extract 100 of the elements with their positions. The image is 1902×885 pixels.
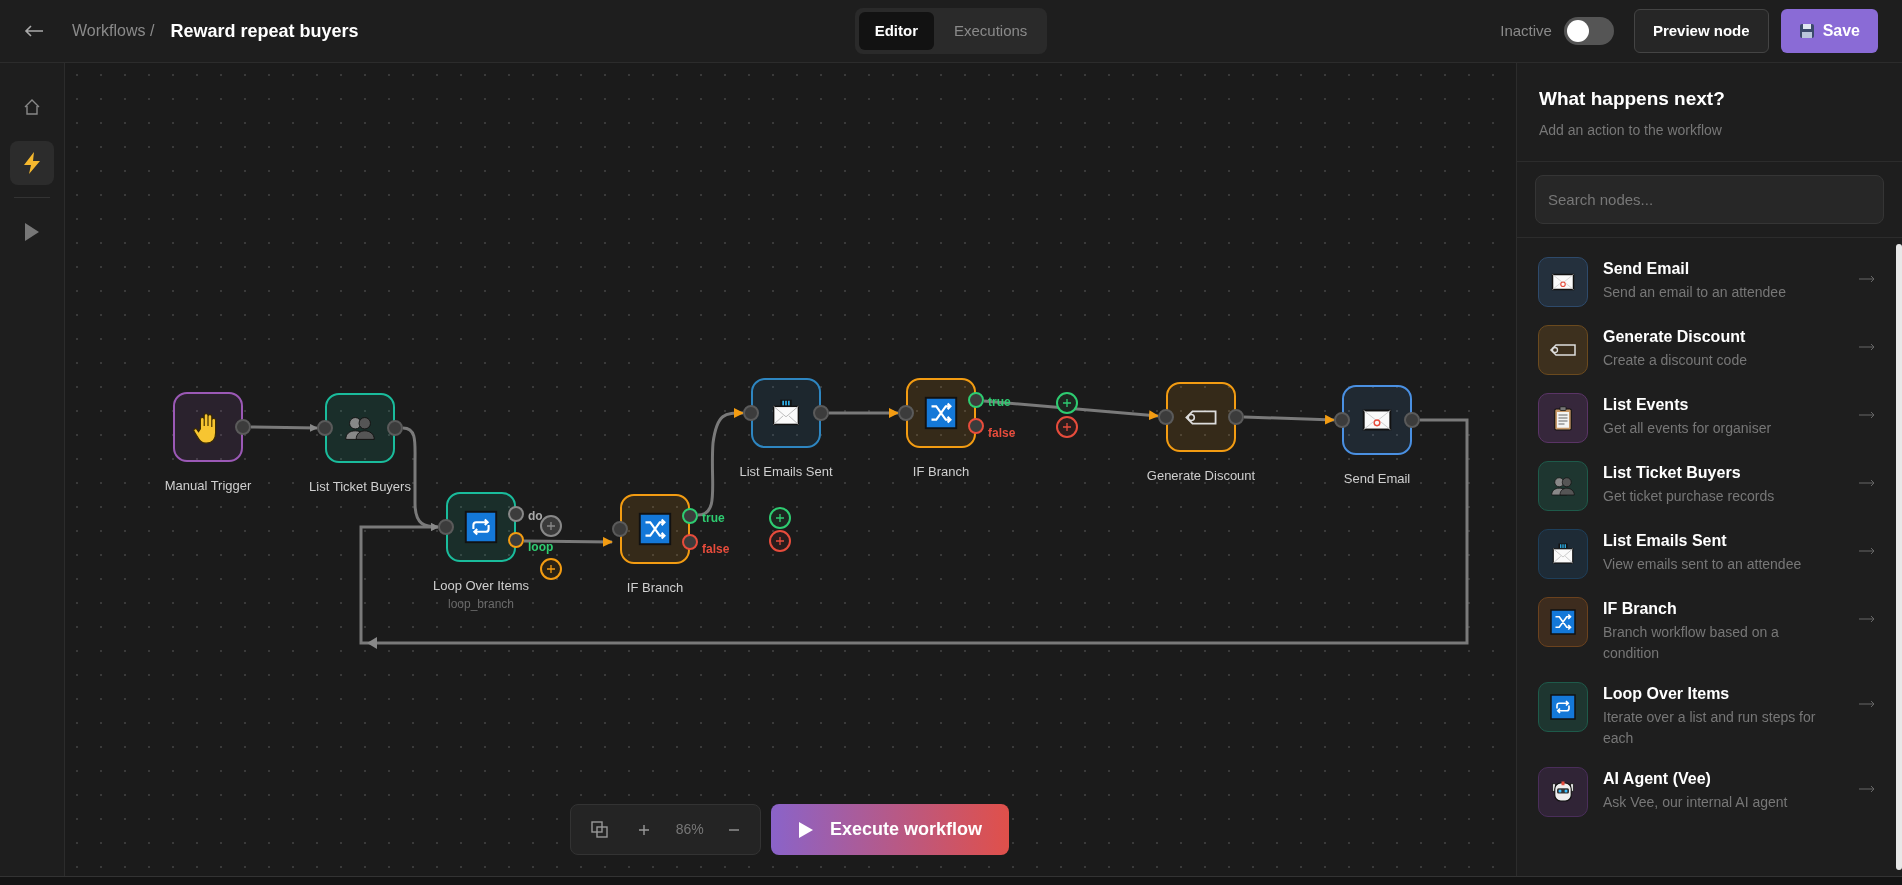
port-label: true xyxy=(702,510,725,527)
arrow-icon xyxy=(1859,478,1875,487)
input-port[interactable] xyxy=(612,521,628,537)
arrow-icon xyxy=(1859,699,1875,708)
play-icon[interactable] xyxy=(24,222,40,242)
port-label: false xyxy=(988,425,1016,442)
item-title: Loop Over Items xyxy=(1603,683,1731,704)
input-port[interactable] xyxy=(1158,409,1174,425)
node-sublabel: loop_branch xyxy=(447,596,515,613)
workflow-node[interactable] xyxy=(751,378,821,448)
node-label: List Ticket Buyers xyxy=(309,478,411,496)
connector xyxy=(250,423,318,432)
arrow-icon xyxy=(1859,614,1875,623)
input-port[interactable] xyxy=(1334,412,1350,428)
output-port[interactable] xyxy=(968,392,984,408)
workflow-node[interactable] xyxy=(906,378,976,448)
node-label: Manual Trigger xyxy=(164,477,252,495)
plus-icon xyxy=(776,514,784,522)
item-title: Send Email xyxy=(1603,258,1691,279)
item-description: Get all events for organiser xyxy=(1603,418,1773,438)
workflow-node[interactable] xyxy=(446,492,516,562)
back-arrow-icon[interactable] xyxy=(24,24,44,38)
node-list-item[interactable]: Generate Discount Create a discount code xyxy=(1517,315,1896,384)
plus-icon xyxy=(547,565,555,573)
item-description: Iterate over a list and run steps for each xyxy=(1603,707,1817,748)
output-port[interactable] xyxy=(682,534,698,550)
view-tab[interactable]: Editor xyxy=(858,11,934,51)
node-label: Loop Over Items xyxy=(432,577,530,595)
workflow-title: Reward repeat buyers xyxy=(170,19,359,43)
plus-icon xyxy=(776,537,784,545)
view-tab[interactable]: Executions xyxy=(938,11,1044,51)
output-port[interactable] xyxy=(508,532,524,548)
item-description: Send an email to an attendee xyxy=(1603,282,1787,302)
node-list-item[interactable]: IF Branch Branch workflow based on a condition xyxy=(1517,587,1896,673)
minus-icon xyxy=(727,828,740,831)
status-label: Inactive xyxy=(1500,20,1552,41)
input-port[interactable] xyxy=(743,405,759,421)
node-list-item[interactable]: List Ticket Buyers Get ticket purchase records xyxy=(1517,451,1896,520)
node-list-item[interactable]: Loop Over Items Iterate over a list and run steps for each xyxy=(1517,672,1896,758)
workflow-node[interactable] xyxy=(173,392,243,462)
arrow-icon xyxy=(1859,546,1875,555)
port-label: loop xyxy=(528,539,554,556)
input-port[interactable] xyxy=(898,405,914,421)
input-port[interactable] xyxy=(438,519,454,535)
node-list-item[interactable]: List Events Get all events for organiser xyxy=(1517,383,1896,452)
arrow-icon xyxy=(1859,342,1875,351)
panel-title: What happens next? xyxy=(1539,87,1726,111)
add-node-button[interactable] xyxy=(540,515,562,537)
play-icon xyxy=(797,820,814,839)
zoom-level: 86% xyxy=(675,820,704,839)
plus-icon xyxy=(637,822,652,837)
add-node-button[interactable] xyxy=(769,530,791,552)
output-port[interactable] xyxy=(682,508,698,524)
add-node-button[interactable] xyxy=(1056,416,1078,438)
node-list-item[interactable]: List Emails Sent View emails sent to an attendee xyxy=(1517,519,1896,588)
plus-icon xyxy=(1063,423,1071,431)
node-label: Generate Discount xyxy=(1146,467,1256,485)
fit-view-icon xyxy=(591,820,609,839)
preview-node-button[interactable]: Preview node xyxy=(1633,9,1769,53)
node-label: Send Email xyxy=(1343,470,1411,488)
item-title: Generate Discount xyxy=(1603,326,1747,347)
panel-subtitle: Add an action to the workflow xyxy=(1539,120,1723,140)
item-description: Create a discount code xyxy=(1603,350,1748,370)
node-label: List Emails Sent xyxy=(739,463,833,481)
node-list-item[interactable]: AI Agent (Vee) Ask Vee, our internal AI agent xyxy=(1517,757,1896,826)
scrollbar[interactable] xyxy=(1896,243,1902,870)
port-label: false xyxy=(702,541,730,558)
node-label: IF Branch xyxy=(912,463,970,481)
input-port[interactable] xyxy=(317,420,333,436)
item-title: List Events xyxy=(1603,394,1690,415)
arrow-icon xyxy=(1859,274,1875,283)
item-description: Get ticket purchase records xyxy=(1603,486,1776,506)
search-field[interactable]: Search nodes... xyxy=(1535,174,1884,224)
workflow-node[interactable] xyxy=(325,393,395,463)
workflow-node[interactable] xyxy=(620,494,690,564)
add-node-button[interactable] xyxy=(769,507,791,529)
plus-icon xyxy=(1063,399,1071,407)
add-node-button[interactable] xyxy=(540,558,562,580)
arrowhead xyxy=(367,637,377,649)
output-port[interactable] xyxy=(508,506,524,522)
active-toggle[interactable] xyxy=(1563,17,1614,45)
rail-item-highlight[interactable] xyxy=(10,141,54,185)
shuffle-icon xyxy=(1548,606,1578,637)
node-list-item[interactable]: Send Email Send an email to an attendee xyxy=(1517,247,1896,316)
save-button[interactable]: Save xyxy=(1780,9,1878,53)
tag-icon xyxy=(1548,342,1578,357)
node-label: IF Branch xyxy=(626,579,684,597)
output-port[interactable] xyxy=(968,418,984,434)
workflow-node[interactable] xyxy=(1166,382,1236,452)
workflow-node[interactable] xyxy=(1342,385,1412,455)
home-icon[interactable] xyxy=(23,98,41,116)
lightning-icon[interactable] xyxy=(21,151,43,175)
breadcrumb-link[interactable]: Workflows / xyxy=(72,19,155,43)
item-description: View emails sent to an attendee xyxy=(1603,554,1803,574)
add-node-button[interactable] xyxy=(1056,392,1078,414)
shuffle-icon xyxy=(636,510,674,548)
execute-workflow-button[interactable]: Execute workflow xyxy=(771,804,1009,855)
port-label: do xyxy=(528,508,543,525)
item-title: AI Agent (Vee) xyxy=(1603,768,1712,789)
port-label: true xyxy=(988,394,1011,411)
